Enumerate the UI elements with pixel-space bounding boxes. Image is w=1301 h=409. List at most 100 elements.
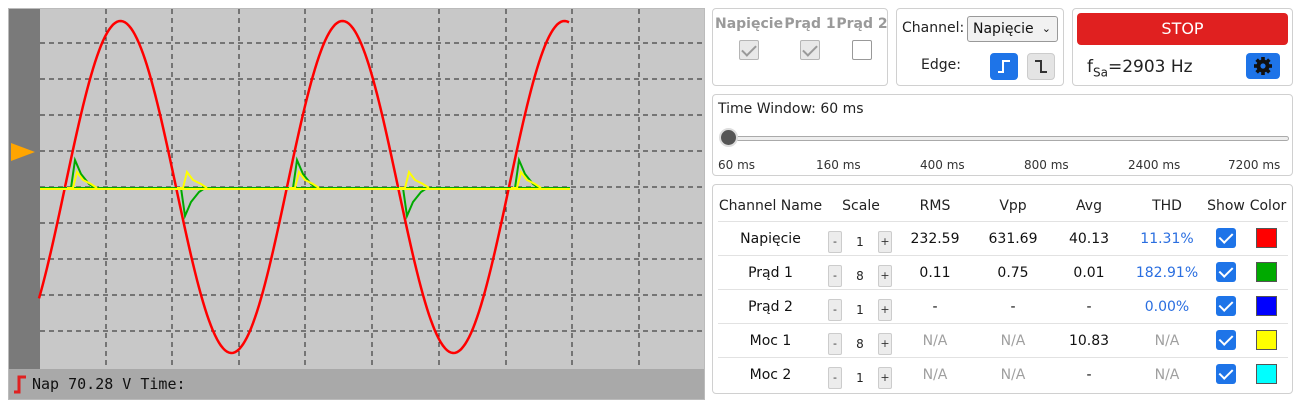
- slider-tick-label: 400 ms: [920, 158, 965, 172]
- measurement-table: Channel Name Scale RMS Vpp Avg THD Show …: [712, 184, 1293, 394]
- trigger-level-marker[interactable]: [11, 143, 35, 161]
- table-row: Moc 2-1 + N/A N/A - N/A: [718, 357, 1288, 391]
- column-header: Channel Name: [718, 198, 823, 214]
- scale-value[interactable]: 1: [842, 367, 878, 389]
- chevron-down-icon: ⌄: [1041, 22, 1051, 35]
- scale-stepper[interactable]: -1 +: [828, 367, 892, 389]
- thd-cell: N/A: [1154, 333, 1180, 349]
- time-window-slider-handle[interactable]: [719, 128, 738, 147]
- channel-name-cell: Moc 1: [749, 333, 792, 349]
- show-checkbox[interactable]: [1216, 364, 1236, 384]
- scale-stepper[interactable]: -1 +: [828, 231, 892, 253]
- power-pulse: [177, 169, 208, 189]
- fsa-subscript: Sa: [1093, 65, 1108, 80]
- table-row: Prąd 1-8 +0.11 0.75 0.01 182.91%: [718, 255, 1288, 289]
- rms-cell: N/A: [922, 367, 948, 383]
- column-header: Scale: [842, 198, 880, 214]
- falling-edge-button[interactable]: [1027, 53, 1055, 80]
- fsa-value: =2903 Hz: [1107, 57, 1193, 77]
- scale-value[interactable]: 1: [842, 299, 878, 321]
- scale-value[interactable]: 1: [842, 231, 878, 253]
- show-checkbox[interactable]: [1216, 228, 1236, 248]
- time-window-slider-track[interactable]: [727, 136, 1289, 141]
- channel-toggle-label: Prąd 1: [784, 16, 836, 32]
- scale-increase-button[interactable]: +: [878, 265, 892, 287]
- slider-tick-label: 60 ms: [718, 158, 756, 172]
- rms-cell: N/A: [922, 333, 948, 349]
- channel-checkbox-napiecie[interactable]: [739, 40, 759, 60]
- scale-increase-button[interactable]: +: [878, 299, 892, 321]
- table-row: Prąd 2-1 + - - -0.00%: [718, 289, 1288, 323]
- avg-cell: 10.83: [1068, 333, 1110, 349]
- color-swatch[interactable]: [1256, 364, 1277, 384]
- falling-edge-icon: [1035, 60, 1047, 73]
- slider-tick-label: 2400 ms: [1128, 158, 1181, 172]
- color-swatch[interactable]: [1256, 330, 1277, 350]
- thd-cell: 182.91%: [1135, 265, 1199, 281]
- channel-toggle-prad2[interactable]: Prąd 2: [835, 15, 889, 64]
- oscilloscope-display[interactable]: Nap 70.28 V Time:: [8, 8, 705, 400]
- scope-plot: [11, 9, 704, 369]
- channel-enable-panel: Napięcie Prąd 1 Prąd 2: [712, 8, 888, 86]
- edge-label: Edge:: [921, 57, 961, 73]
- channel-select-label: Channel:: [902, 20, 965, 36]
- rising-edge-icon: [14, 375, 26, 394]
- channel-name-cell: Prąd 2: [748, 299, 793, 315]
- trigger-panel: Channel: Napięcie ⌄ Edge:: [896, 8, 1064, 86]
- channel-checkbox-prad1[interactable]: [800, 40, 820, 60]
- color-swatch[interactable]: [1256, 296, 1277, 316]
- channel-toggle-napiecie[interactable]: Napięcie: [715, 15, 783, 64]
- settings-button[interactable]: [1246, 53, 1280, 79]
- power-pulse: [399, 169, 430, 189]
- show-checkbox[interactable]: [1216, 296, 1236, 316]
- scope-status-bar: Nap 70.28 V Time:: [9, 369, 704, 399]
- channel-checkbox-prad2[interactable]: [852, 40, 872, 60]
- avg-cell: -: [1086, 367, 1092, 383]
- color-swatch[interactable]: [1256, 228, 1277, 248]
- scale-increase-button[interactable]: +: [878, 333, 892, 355]
- color-swatch[interactable]: [1256, 262, 1277, 282]
- column-header: Show: [1207, 198, 1245, 214]
- scale-decrease-button[interactable]: -: [828, 265, 842, 287]
- thd-cell: N/A: [1154, 367, 1180, 383]
- channel-name-cell: Prąd 1: [748, 265, 793, 281]
- trigger-channel-select[interactable]: Napięcie ⌄: [967, 16, 1058, 42]
- scale-decrease-button[interactable]: -: [828, 367, 842, 389]
- show-checkbox[interactable]: [1216, 262, 1236, 282]
- table-row: Napięcie -1 +232.59 631.69 40.13 11.31%: [718, 221, 1288, 255]
- time-window-panel: Time Window: 60 ms 60 ms 160 ms 400 ms 8…: [712, 94, 1293, 176]
- thd-cell: 0.00%: [1144, 299, 1190, 315]
- column-header: RMS: [919, 198, 951, 214]
- scale-value[interactable]: 8: [842, 265, 878, 287]
- channel-toggle-prad1[interactable]: Prąd 1: [783, 15, 837, 64]
- column-header: Color: [1249, 198, 1287, 214]
- vpp-cell: N/A: [1000, 367, 1026, 383]
- avg-cell: -: [1086, 299, 1092, 315]
- rising-edge-button[interactable]: [990, 53, 1018, 80]
- vpp-cell: N/A: [1000, 333, 1026, 349]
- vpp-cell: 631.69: [988, 231, 1038, 247]
- scale-stepper[interactable]: -8 +: [828, 333, 892, 355]
- scale-decrease-button[interactable]: -: [828, 333, 842, 355]
- scope-status-text: Nap 70.28 V Time:: [32, 375, 186, 393]
- channel-name-cell: Moc 2: [749, 367, 792, 383]
- column-header: Avg: [1076, 198, 1102, 214]
- table-row: Moc 1 -8 + N/A N/A 10.83 N/A: [718, 323, 1288, 357]
- stop-button[interactable]: STOP: [1077, 13, 1288, 45]
- scale-stepper[interactable]: -8 +: [828, 265, 892, 287]
- slider-tick-label: 160 ms: [816, 158, 861, 172]
- scale-increase-button[interactable]: +: [878, 231, 892, 253]
- scale-decrease-button[interactable]: -: [828, 231, 842, 253]
- rising-edge-icon: [998, 60, 1010, 73]
- vpp-cell: 0.75: [997, 265, 1029, 281]
- slider-tick-label: 7200 ms: [1228, 158, 1281, 172]
- sample-rate-readout: fSa=2903 Hz: [1087, 57, 1193, 79]
- scale-value[interactable]: 8: [842, 333, 878, 355]
- scale-decrease-button[interactable]: -: [828, 299, 842, 321]
- show-checkbox[interactable]: [1216, 330, 1236, 350]
- avg-cell: 0.01: [1073, 265, 1105, 281]
- trigger-channel-value: Napięcie: [973, 21, 1034, 37]
- scale-stepper[interactable]: -1 +: [828, 299, 892, 321]
- column-header: THD: [1152, 198, 1182, 214]
- scale-increase-button[interactable]: +: [878, 367, 892, 389]
